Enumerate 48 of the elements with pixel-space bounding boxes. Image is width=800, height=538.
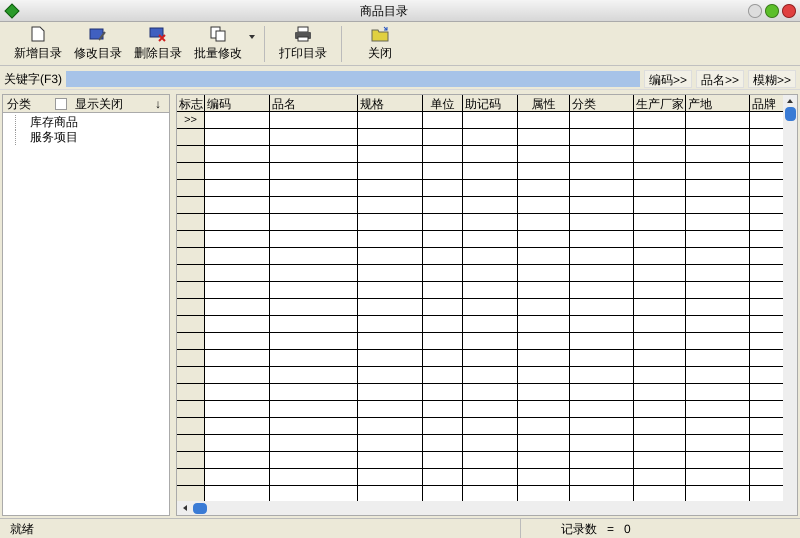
tree-item[interactable]: 库存商品 (15, 115, 169, 130)
record-count-label: 记录数 (561, 520, 597, 538)
column-header[interactable]: 生产厂家 (634, 95, 686, 111)
copy-icon (210, 26, 226, 42)
column-header[interactable]: 编码 (205, 95, 270, 111)
window-title: 商品目录 (359, 2, 409, 20)
toolbar-button[interactable]: 新增目录 (8, 26, 68, 62)
column-header[interactable]: 单位 (423, 95, 463, 111)
toolbar-button[interactable]: 打印目录 (273, 26, 333, 62)
column-header[interactable]: 分类 (570, 95, 634, 111)
row-indicator: >> (177, 112, 205, 128)
column-header[interactable]: 品名 (270, 95, 358, 111)
scroll-left-icon[interactable] (181, 504, 189, 512)
sort-button[interactable]: ↓ (151, 94, 165, 112)
column-header[interactable]: 规格 (358, 95, 423, 111)
toolbar-button[interactable]: 删除目录 (128, 26, 188, 62)
show-closed-checkbox[interactable] (55, 98, 67, 110)
panel-title: 分类 (7, 96, 32, 112)
app-icon (4, 2, 20, 18)
close-button[interactable] (782, 4, 796, 18)
delete-icon (149, 26, 167, 42)
document-icon (31, 26, 45, 42)
minimize-button[interactable] (748, 4, 762, 18)
equals-text: = (607, 520, 614, 538)
column-header[interactable]: 助记码 (463, 95, 518, 111)
maximize-button[interactable] (765, 4, 779, 18)
toolbar-button[interactable]: 修改目录 (68, 26, 128, 62)
checkbox-label: 显示关闭 (75, 96, 124, 112)
toolbar-button[interactable]: 关闭 (350, 26, 410, 62)
column-header[interactable]: 属性 (518, 95, 570, 111)
scroll-thumb[interactable] (193, 502, 207, 514)
keyword-label: 关键字(F3) (4, 70, 62, 88)
record-count: 0 (624, 520, 631, 538)
search-mode-button[interactable]: 模糊>> (748, 70, 796, 88)
column-header[interactable]: 产地 (686, 95, 750, 111)
folder-icon (371, 26, 389, 42)
scroll-thumb[interactable] (784, 107, 796, 121)
keyword-field[interactable] (66, 70, 640, 86)
tree-item[interactable]: 服务项目 (15, 130, 169, 145)
toolbar-button[interactable]: 批量修改 (188, 26, 248, 62)
search-mode-button[interactable]: 品名>> (696, 70, 744, 88)
pencil-icon (89, 26, 107, 42)
printer-icon (294, 26, 312, 42)
search-mode-button[interactable]: 编码>> (644, 70, 692, 88)
dropdown-caret-icon[interactable] (248, 34, 256, 40)
status-text: 就绪 (9, 520, 35, 538)
column-header[interactable]: 标志 (177, 95, 205, 111)
scroll-up-icon[interactable] (786, 97, 794, 105)
